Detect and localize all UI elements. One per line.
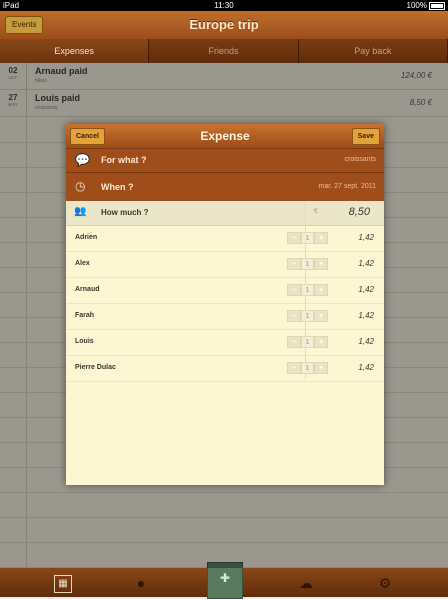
person-share: 1,42	[358, 285, 374, 294]
calendar-icon[interactable]: ▦	[54, 575, 72, 593]
how-much-label: How much ?	[101, 208, 149, 217]
status-bar: iPad 11:30 100%	[0, 0, 448, 11]
quantity-stepper: − 1 +	[287, 362, 329, 374]
tab-pay-back[interactable]: Pay back	[299, 39, 448, 63]
person-name: Pierre Dulac	[75, 364, 116, 371]
increment-button[interactable]: +	[314, 310, 329, 322]
person-share: 1,42	[358, 233, 374, 242]
tab-friends[interactable]: Friends	[149, 39, 299, 63]
person-name: Louis	[75, 338, 94, 345]
person-name: Farah	[75, 312, 95, 319]
person-share: 1,42	[358, 259, 374, 268]
total-amount[interactable]: 8,50	[349, 206, 370, 218]
speech-bubble-icon: 💬	[75, 153, 90, 167]
quantity-stepper: − 1 +	[287, 232, 329, 244]
when-label: When ?	[101, 182, 134, 192]
battery-icon	[429, 1, 445, 10]
battery-percent: 100%	[406, 1, 427, 10]
decrement-button[interactable]: −	[287, 310, 301, 322]
battery-indicator: 100%	[407, 0, 445, 11]
increment-button[interactable]: +	[314, 284, 329, 296]
tab-expenses[interactable]: Expenses	[0, 39, 150, 63]
increment-button[interactable]: +	[314, 336, 329, 348]
navigation-header: Events Europe trip	[0, 11, 448, 39]
person-share: 1,42	[358, 337, 374, 346]
clock-icon: ◷	[75, 179, 86, 193]
for-what-label: For what ?	[101, 155, 147, 165]
currency-symbol: €	[314, 208, 318, 215]
list-item: Pierre Dulac − 1 + 1,42	[66, 356, 384, 382]
decrement-button[interactable]: −	[287, 232, 301, 244]
quantity-stepper: − 1 +	[287, 336, 329, 348]
list-item: Alex − 1 + 1,42	[66, 252, 384, 278]
stepper-value: 1	[300, 336, 315, 348]
tab-bar: Expenses Friends Pay back	[0, 39, 448, 63]
stepper-value: 1	[300, 232, 315, 244]
person-name: Arnaud	[75, 286, 100, 293]
how-much-row[interactable]: 👥 How much ? € 8,50	[66, 201, 384, 226]
save-button[interactable]: Save	[351, 128, 380, 145]
modal-header: Cancel Expense Save	[66, 124, 384, 148]
person-share: 1,42	[358, 363, 374, 372]
clock: 11:30	[214, 1, 234, 10]
person-share: 1,42	[358, 311, 374, 320]
quantity-stepper: − 1 +	[287, 310, 329, 322]
stepper-value: 1	[300, 310, 315, 322]
decrement-button[interactable]: −	[287, 258, 301, 270]
modal-title: Expense	[200, 129, 250, 143]
increment-button[interactable]: +	[314, 362, 329, 374]
stepper-value: 1	[300, 258, 315, 270]
decrement-button[interactable]: −	[287, 362, 301, 374]
gear-icon[interactable]: ⚙	[377, 575, 393, 591]
list-item: Adrien − 1 + 1,42	[66, 226, 384, 252]
for-what-value: croissants	[344, 156, 376, 163]
list-item: Louis − 1 + 1,42	[66, 330, 384, 356]
people-icon[interactable]: ●	[133, 575, 149, 591]
page-title: Europe trip	[189, 17, 259, 32]
quantity-stepper: − 1 +	[287, 258, 329, 270]
increment-button[interactable]: +	[314, 232, 329, 244]
when-row[interactable]: ◷ When ? mar. 27 sept. 2011	[66, 172, 384, 201]
decrement-button[interactable]: −	[287, 284, 301, 296]
stepper-value: 1	[300, 362, 315, 374]
increment-button[interactable]: +	[314, 258, 329, 270]
person-name: Alex	[75, 260, 90, 267]
person-name: Adrien	[75, 234, 98, 241]
when-value: mar. 27 sept. 2011	[318, 183, 376, 190]
for-what-row[interactable]: 💬 For what ? croissants	[66, 148, 384, 172]
list-item: Arnaud − 1 + 1,42	[66, 278, 384, 304]
list-item: Farah − 1 + 1,42	[66, 304, 384, 330]
people-icon: 👥	[74, 206, 87, 217]
quantity-stepper: − 1 +	[287, 284, 329, 296]
stepper-value: 1	[300, 284, 315, 296]
decrement-button[interactable]: −	[287, 336, 301, 348]
expense-modal: Cancel Expense Save 💬 For what ? croissa…	[66, 124, 384, 485]
cloud-icon[interactable]: ☁	[298, 575, 314, 591]
